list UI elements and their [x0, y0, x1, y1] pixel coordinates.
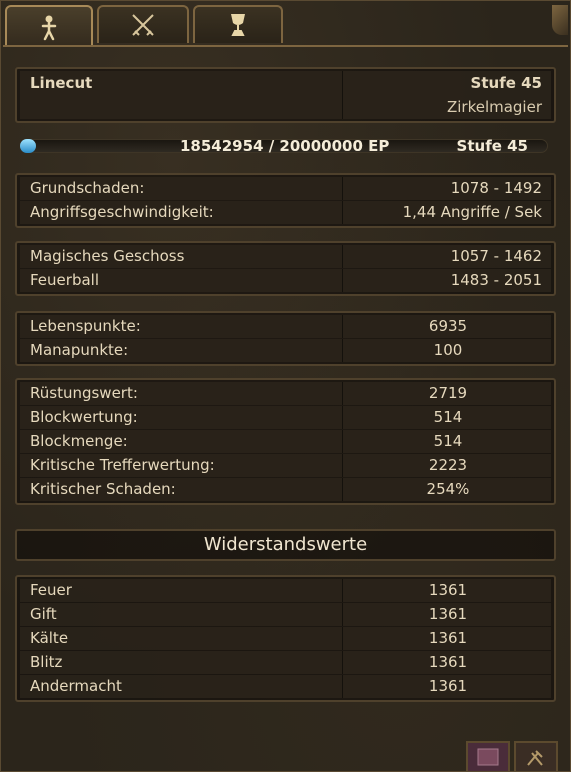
- inventory-button[interactable]: [466, 741, 510, 771]
- stat-label: Kälte: [30, 629, 69, 647]
- defense-panel: Rüstungswert: 2719 Blockwertung: 514 Blo…: [15, 378, 556, 505]
- column-divider: [342, 245, 343, 268]
- stat-value: 2223: [428, 456, 468, 474]
- resistance-panel: Feuer 1361 Gift 1361 Kälte 1361 Blitz 13…: [15, 575, 556, 702]
- stat-value: 1361: [428, 581, 468, 599]
- stat-label: Blitz: [30, 653, 63, 671]
- stat-value: 1361: [428, 629, 468, 647]
- window-corner-ornament: [552, 5, 568, 35]
- trophy-icon: [231, 14, 245, 36]
- character-name: Linecut: [30, 74, 93, 92]
- character-class: Zirkelmagier: [446, 98, 542, 116]
- stat-label: Rüstungswert:: [30, 384, 138, 402]
- stat-value: 2719: [428, 384, 468, 402]
- stat-label: Blockwertung:: [30, 408, 138, 426]
- stat-value: 1057 - 1462: [450, 247, 542, 265]
- experience-text: 18542954 / 20000000 EP: [180, 137, 390, 155]
- tab-bar: [5, 5, 568, 47]
- column-divider: [342, 269, 343, 292]
- stat-row: Angriffsgeschwindigkeit: 1,44 Angriffe /…: [20, 201, 551, 224]
- stat-label: Andermacht: [30, 677, 122, 695]
- stat-label: Feuerball: [30, 271, 99, 289]
- vitals-panel: Lebenspunkte: 6935 Manapunkte: 100: [15, 311, 556, 366]
- stat-value: 100: [433, 341, 463, 359]
- stat-value: 1078 - 1492: [450, 179, 542, 197]
- stat-value: 1,44 Angriffe / Sek: [402, 203, 542, 221]
- stat-row: Andermacht 1361: [20, 675, 551, 698]
- column-divider: [342, 71, 343, 119]
- stat-value: 514: [433, 432, 463, 450]
- stat-label: Feuer: [30, 581, 72, 599]
- experience-level: Stufe 45: [456, 137, 528, 155]
- character-window: Linecut Stufe 45 Zirkelmagier 18542954 /…: [0, 0, 571, 772]
- stat-label: Grundschaden:: [30, 179, 145, 197]
- tab-character[interactable]: [5, 5, 93, 47]
- stat-row: Kälte 1361: [20, 627, 551, 650]
- skill-damage-panel: Magisches Geschoss 1057 - 1462 Feuerball…: [15, 241, 556, 296]
- tools-icon: [527, 750, 543, 766]
- stat-value: 1361: [428, 605, 468, 623]
- stat-row: Manapunkte: 100: [20, 339, 551, 362]
- stat-label: Manapunkte:: [30, 341, 129, 359]
- character-header-row: Linecut Stufe 45 Zirkelmagier: [20, 71, 551, 119]
- resistance-section-title: Widerstandswerte: [15, 529, 556, 561]
- stat-value: 254%: [426, 480, 470, 498]
- crossed-swords-icon: [132, 14, 154, 36]
- stat-row: Blitz 1361: [20, 651, 551, 674]
- stat-value: 1361: [428, 677, 468, 695]
- stat-label: Kritischer Schaden:: [30, 480, 176, 498]
- character-icon: [41, 15, 57, 41]
- stat-row: Grundschaden: 1078 - 1492: [20, 177, 551, 200]
- stat-row: Gift 1361: [20, 603, 551, 626]
- stat-label: Kritische Trefferwertung:: [30, 456, 215, 474]
- character-header-panel: Linecut Stufe 45 Zirkelmagier: [15, 67, 556, 123]
- stat-row: Lebenspunkte: 6935: [20, 315, 551, 338]
- stat-value: 1361: [428, 653, 468, 671]
- stat-label: Gift: [30, 605, 57, 623]
- stat-row: Kritischer Schaden: 254%: [20, 478, 551, 501]
- stat-row: Kritische Trefferwertung: 2223: [20, 454, 551, 477]
- stat-label: Magisches Geschoss: [30, 247, 185, 265]
- stat-label: Lebenspunkte:: [30, 317, 141, 335]
- stat-label: Angriffsgeschwindigkeit:: [30, 203, 214, 221]
- column-divider: [342, 177, 343, 200]
- stat-row: Magisches Geschoss 1057 - 1462: [20, 245, 551, 268]
- column-divider: [342, 201, 343, 224]
- stat-value: 1483 - 2051: [450, 271, 542, 289]
- stat-row: Feuer 1361: [20, 579, 551, 602]
- stat-value: 6935: [428, 317, 468, 335]
- stat-row: Blockmenge: 514: [20, 430, 551, 453]
- stat-row: Blockwertung: 514: [20, 406, 551, 429]
- tab-combat[interactable]: [97, 5, 189, 43]
- character-level: Stufe 45: [470, 74, 542, 92]
- tab-achievements[interactable]: [193, 5, 283, 43]
- stat-label: Blockmenge:: [30, 432, 128, 450]
- tab-underline: [3, 45, 568, 47]
- experience-bar: 18542954 / 20000000 EP Stufe 45: [20, 135, 548, 157]
- experience-fill: [20, 139, 36, 153]
- book-icon: [477, 748, 499, 766]
- stat-row: Rüstungswert: 2719: [20, 382, 551, 405]
- stat-row: Feuerball 1483 - 2051: [20, 269, 551, 292]
- damage-panel: Grundschaden: 1078 - 1492 Angriffsgeschw…: [15, 173, 556, 228]
- stat-value: 514: [433, 408, 463, 426]
- settings-button[interactable]: [514, 741, 558, 771]
